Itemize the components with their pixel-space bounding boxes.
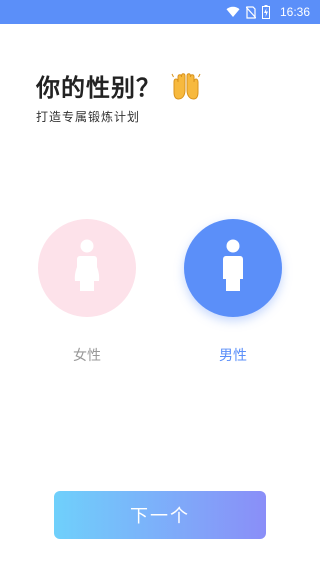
- status-time: 16:36: [279, 5, 310, 19]
- wifi-icon: [226, 6, 240, 18]
- gender-label-male[interactable]: 男性: [184, 345, 282, 365]
- battery-charging-icon: [261, 5, 270, 19]
- female-figure-icon: [72, 239, 102, 297]
- page-title: 你的性别？: [36, 68, 201, 103]
- gender-option-female[interactable]: [38, 219, 136, 317]
- gender-option-male[interactable]: [184, 219, 282, 317]
- page-title-text: 你的性别？: [36, 74, 161, 102]
- gender-label-female[interactable]: 女性: [38, 345, 136, 365]
- status-bar: 16:36: [0, 0, 320, 24]
- raised-hands-icon: [171, 72, 201, 100]
- male-figure-icon: [218, 239, 248, 297]
- next-button[interactable]: 下一个: [54, 491, 266, 539]
- page-subtitle: 打造专属锻炼计划: [36, 110, 141, 124]
- no-sim-icon: [245, 5, 256, 19]
